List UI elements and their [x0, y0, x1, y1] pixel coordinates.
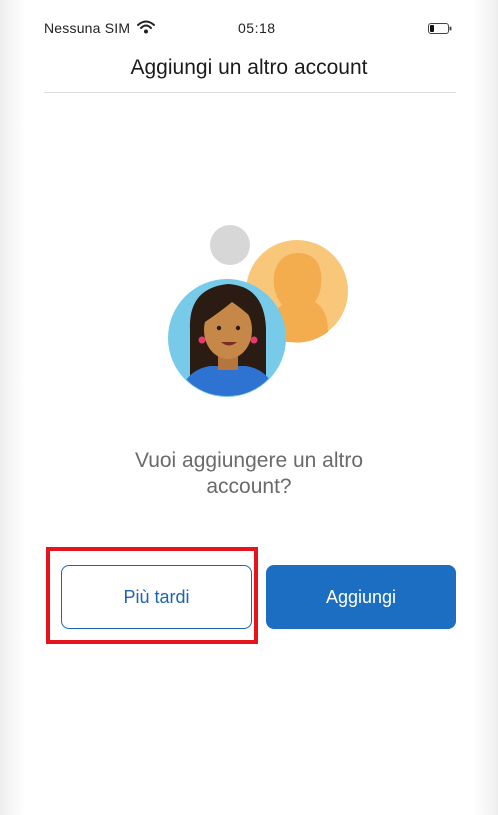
later-button[interactable]: Più tardi	[61, 565, 252, 629]
header-divider	[44, 92, 456, 93]
device-edge-right	[474, 0, 498, 815]
add-account-question: Vuoi aggiungere un altro account?	[134, 449, 364, 498]
battery-icon	[428, 23, 452, 34]
add-button-label: Aggiungi	[325, 586, 397, 607]
phone-screen: Nessuna SIM 05:18 Aggiungi un altro acco…	[0, 0, 498, 815]
carrier-label: Nessuna SIM	[44, 20, 131, 36]
page-title: Aggiungi un altro account	[130, 56, 368, 79]
device-edge-left	[0, 0, 26, 815]
add-button[interactable]: Aggiungi	[266, 565, 456, 629]
status-bar: Nessuna SIM 05:18	[26, 0, 474, 40]
wifi-icon	[137, 20, 155, 34]
later-button-label: Più tardi	[123, 586, 190, 607]
clock: 05:18	[238, 20, 276, 36]
add-account-illustration	[168, 225, 348, 397]
